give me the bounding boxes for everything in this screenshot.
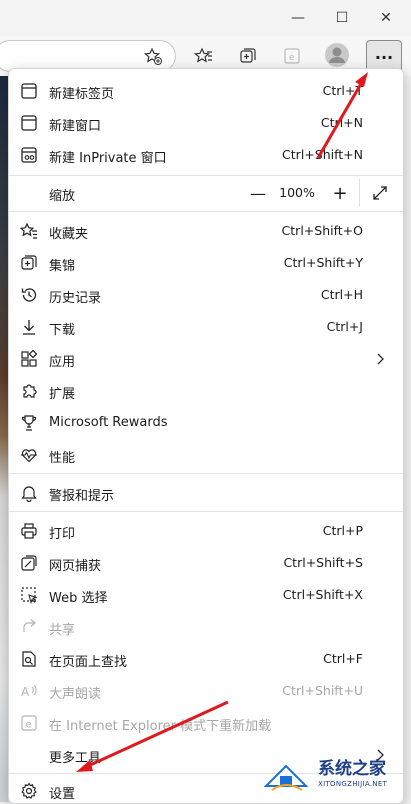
watermark: 系统之家 XITONGZHIJIA.NET bbox=[262, 752, 406, 796]
arrow-to-settings bbox=[76, 700, 229, 772]
annotation-arrows bbox=[76, 72, 368, 772]
watermark-title: 系统之家 bbox=[318, 759, 386, 779]
watermark-subtitle: XITONGZHIJIA.NET bbox=[318, 780, 388, 788]
arrow-to-more-button bbox=[316, 72, 368, 159]
watermark-logo-icon bbox=[263, 764, 309, 791]
